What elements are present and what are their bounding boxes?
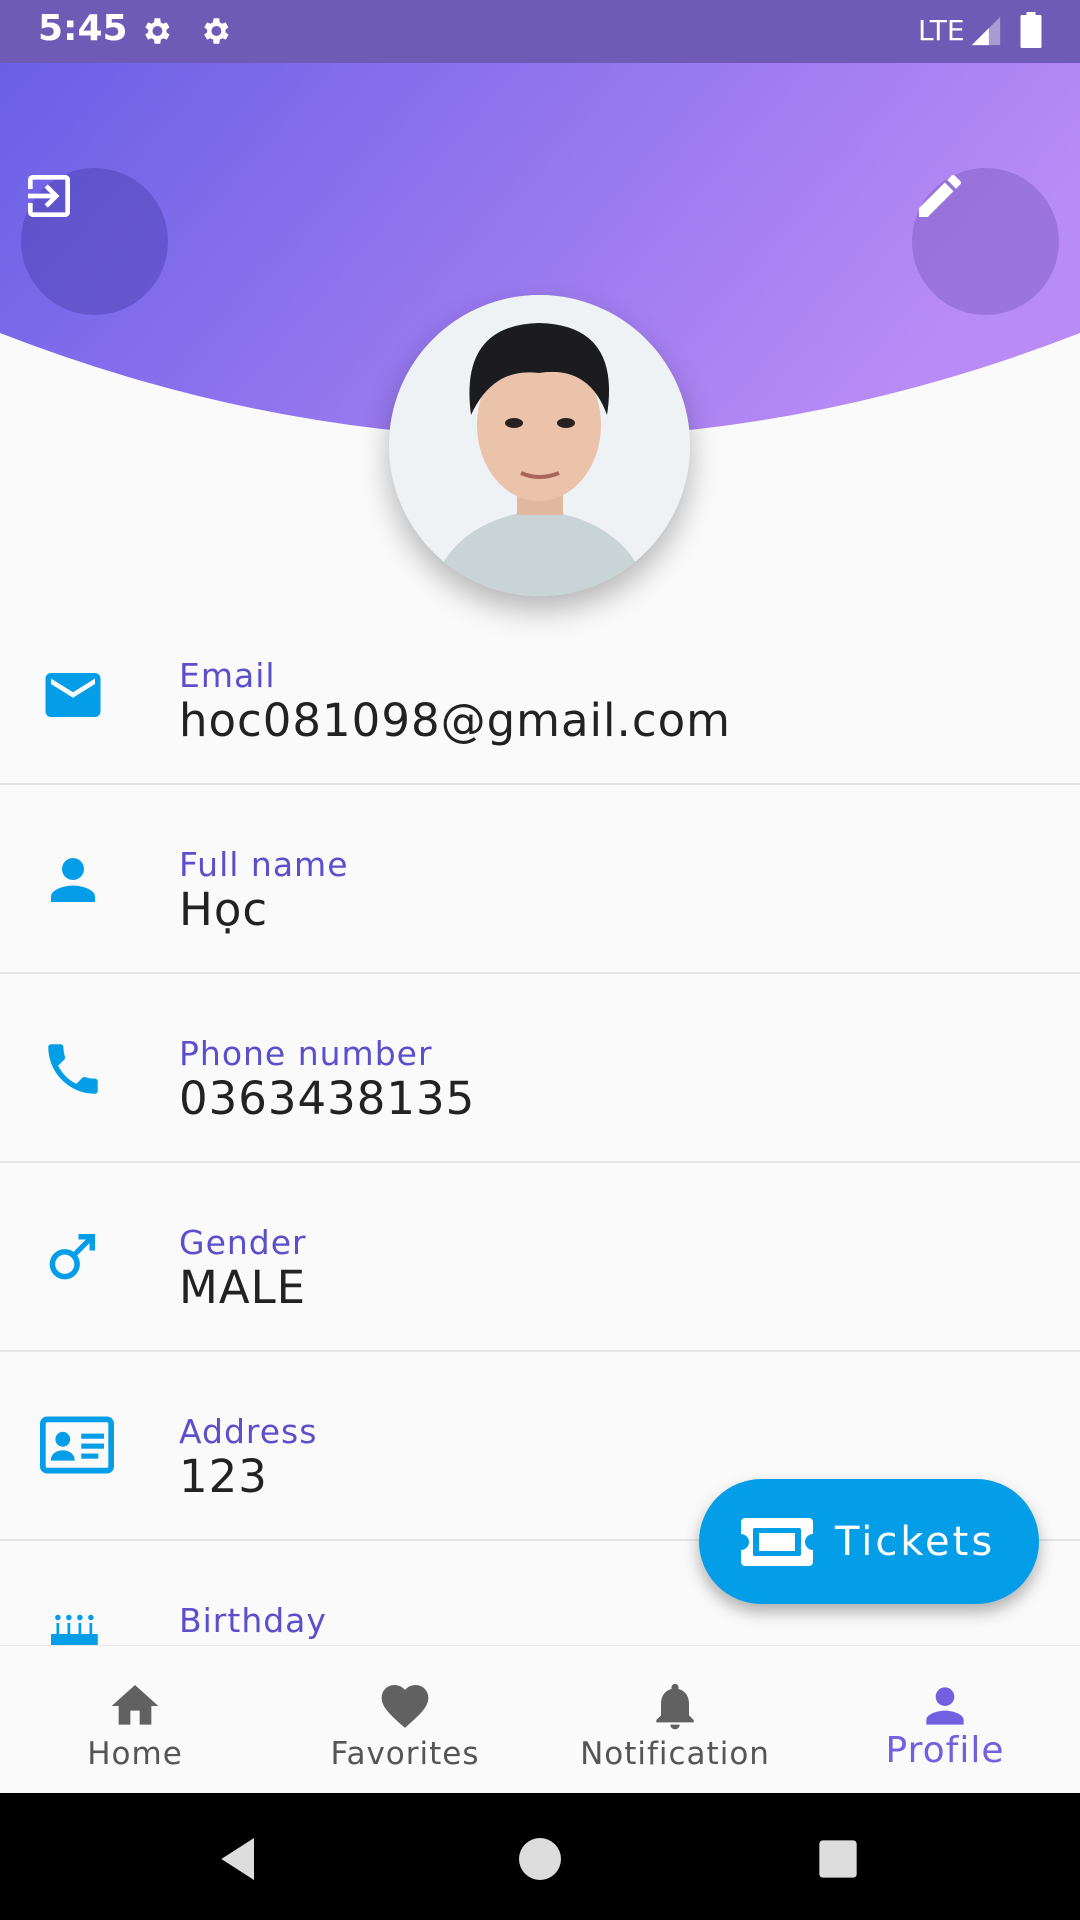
nav-item-notification[interactable]: Notification [540,1646,810,1794]
full-name-value: Học [179,883,269,936]
logout-icon [28,175,70,217]
nav-label-home: Home [87,1736,183,1772]
nav-label-notification: Notification [580,1736,770,1772]
edit-profile-button[interactable] [912,168,1059,315]
birthday-label: Birthday [179,1601,327,1640]
nav-item-favorites[interactable]: Favorites [270,1646,540,1794]
phone-label: Phone number [179,1034,433,1073]
home-icon [111,1685,159,1725]
nav-item-home[interactable]: Home [0,1646,270,1794]
network-type: LTE [918,14,965,47]
phone-row: Phone number 0363438135 [0,974,1080,1163]
gender-label: Gender [179,1223,307,1262]
full-name-label: Full name [179,845,349,884]
gender-value: MALE [179,1261,307,1314]
email-value: hoc081098@gmail.com [179,694,731,747]
gender-row: Gender MALE [0,1163,1080,1352]
cake-icon [51,1614,98,1645]
avatar-photo [389,295,690,596]
bottom-navigation: Home Favorites Notification Profile [0,1645,1080,1793]
email-label: Email [179,656,276,695]
email-row: Email hoc081098@gmail.com [0,596,1080,785]
person-icon [926,1687,964,1725]
tickets-label: Tickets [835,1518,996,1565]
status-time: 5:45 [38,8,128,49]
back-icon[interactable] [212,1831,268,1887]
battery-icon [1020,12,1042,48]
status-bar: 5:45 LTE [0,0,1080,63]
recents-icon[interactable] [810,1831,866,1887]
heart-icon [381,1685,429,1728]
mail-icon [45,673,101,717]
phone-icon [48,1044,98,1094]
nav-item-profile[interactable]: Profile [810,1646,1080,1794]
ticket-icon [741,1517,813,1566]
logout-button[interactable] [21,168,168,315]
address-label: Address [179,1412,318,1451]
address-value: 123 [179,1450,268,1503]
nav-label-favorites: Favorites [330,1736,480,1772]
avatar[interactable] [389,295,690,596]
full-name-row: Full name Học [0,785,1080,974]
phone-value: 0363438135 [179,1072,476,1125]
signal-icon [971,16,1001,46]
edit-pencil-icon [919,174,961,217]
id-card-icon [40,1416,114,1474]
nav-label-profile: Profile [885,1730,1005,1771]
settings-gear-icon [204,18,229,44]
person-icon [51,858,95,902]
home-circle-icon[interactable] [512,1831,568,1887]
settings-gear-icon [145,18,170,44]
system-navigation-bar [0,1793,1080,1920]
male-icon [49,1234,95,1280]
tickets-button[interactable]: Tickets [699,1479,1039,1604]
bell-icon [656,1683,694,1730]
